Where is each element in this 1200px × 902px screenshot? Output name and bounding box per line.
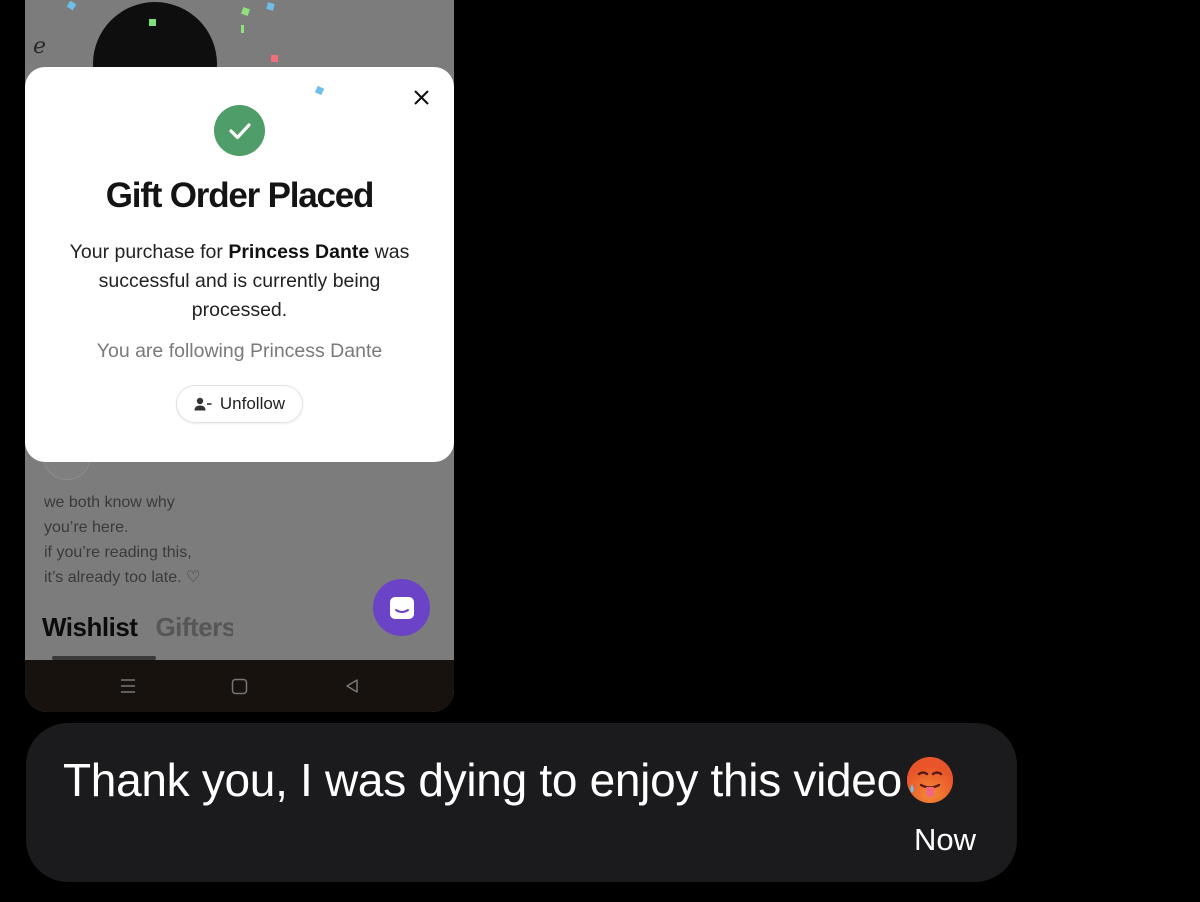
follow-status: You are following Princess Dante bbox=[96, 340, 383, 362]
unfollow-button[interactable]: Unfollow bbox=[176, 385, 303, 423]
unfollow-label: Unfollow bbox=[219, 394, 286, 413]
confetti-piece bbox=[66, 0, 77, 11]
tab-wishlist[interactable]: Wishlist bbox=[42, 612, 138, 643]
dialog-message: Your purchase for Princess Dante was suc… bbox=[55, 238, 424, 325]
confetti-piece bbox=[241, 25, 244, 33]
bio-line: if you’re reading this, bbox=[44, 544, 192, 561]
success-check-icon bbox=[214, 105, 265, 156]
confetti-piece bbox=[314, 85, 325, 96]
message-content: Thank you, I was dying to enjoy this vid… bbox=[63, 753, 956, 807]
confetti-piece bbox=[271, 55, 278, 62]
gift-order-dialog: Gift Order Placed Your purchase for Prin… bbox=[25, 67, 454, 462]
home-button[interactable] bbox=[223, 669, 257, 703]
chat-button[interactable] bbox=[373, 579, 430, 636]
partial-text: e bbox=[33, 34, 47, 59]
confetti-piece bbox=[149, 19, 156, 26]
profile-tabs: Wishlist Gifters bbox=[42, 612, 233, 643]
home-square-icon bbox=[231, 678, 248, 694]
bio-line: it’s already too late. ♡ bbox=[44, 569, 201, 586]
chat-icon bbox=[389, 596, 414, 619]
message-bubble: Thank you, I was dying to enjoy this vid… bbox=[26, 723, 1017, 882]
back-button[interactable] bbox=[335, 669, 369, 703]
tab-gifters[interactable]: Gifters bbox=[155, 612, 233, 643]
back-triangle-icon bbox=[345, 679, 358, 693]
recent-apps-button[interactable] bbox=[111, 669, 145, 703]
profile-bio: we both know why you’re here. if you’re … bbox=[44, 490, 200, 590]
confetti-piece bbox=[266, 2, 275, 11]
message-text: Thank you, I was dying to enjoy this vid… bbox=[63, 754, 902, 806]
menu-icon bbox=[120, 679, 135, 693]
confetti-piece bbox=[241, 7, 250, 16]
person-minus-icon bbox=[194, 397, 212, 411]
close-icon bbox=[413, 89, 429, 105]
dialog-title: Gift Order Placed bbox=[105, 176, 375, 215]
close-button[interactable] bbox=[408, 84, 434, 110]
bio-line: you’re here. bbox=[44, 519, 129, 536]
phone-screenshot: e we both know why you’re here. if you’r… bbox=[25, 0, 454, 712]
message-prefix: Your purchase for bbox=[69, 241, 229, 263]
recipient-name: Princess Dante bbox=[228, 241, 370, 263]
message-timestamp: Now bbox=[913, 822, 976, 857]
hot-face-icon bbox=[904, 754, 956, 806]
system-nav-bar bbox=[25, 660, 454, 712]
bio-line: we both know why bbox=[44, 494, 175, 511]
